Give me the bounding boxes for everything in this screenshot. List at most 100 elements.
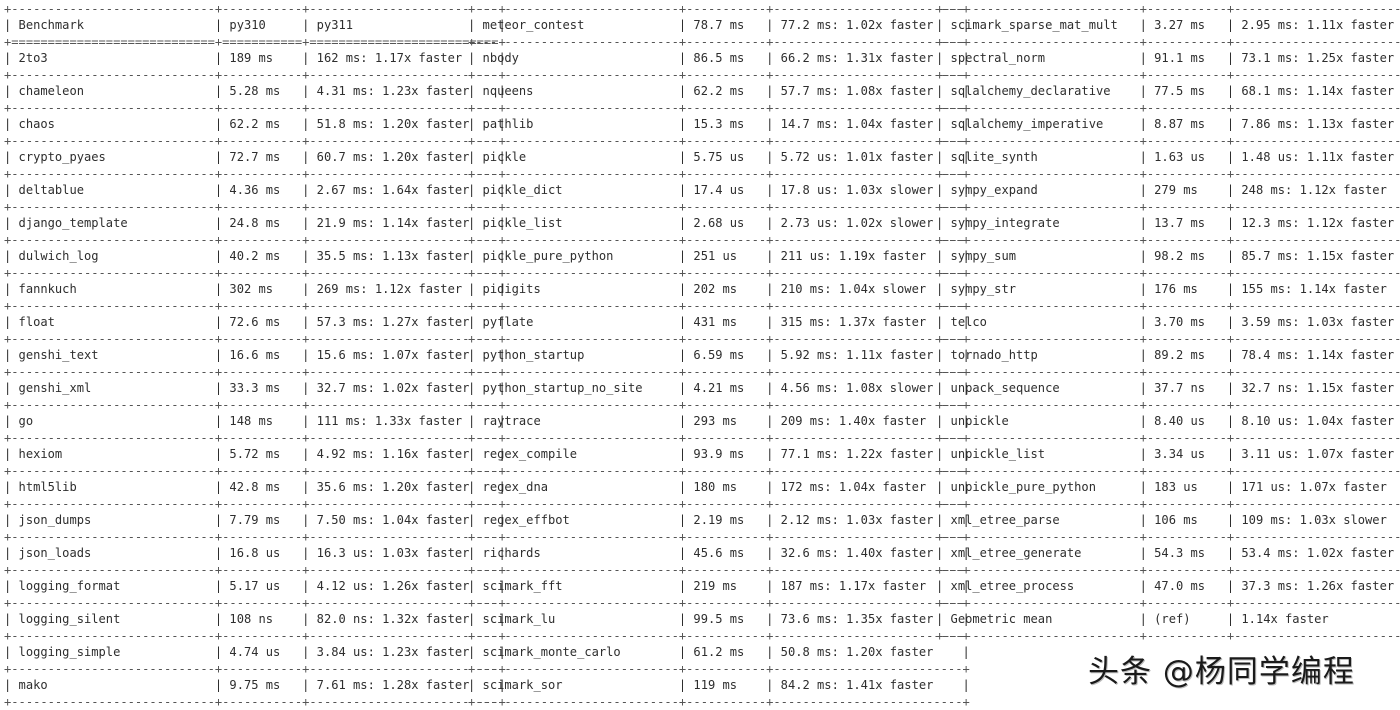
table-row-separator: +----------------------------+----------… xyxy=(4,496,506,513)
table-row: | unpickle_list | 3.34 us | 3.11 us: 1.0… xyxy=(936,446,1400,463)
table-row-separator: +----------------------------+----------… xyxy=(4,166,506,183)
table-row: | django_template | 24.8 ms | 21.9 ms: 1… xyxy=(4,215,506,232)
table-row: | pathlib | 15.3 ms | 14.7 ms: 1.04x fas… xyxy=(468,116,970,133)
table-row: | pidigits | 202 ms | 210 ms: 1.04x slow… xyxy=(468,281,970,298)
table-row: | tornado_http | 89.2 ms | 78.4 ms: 1.14… xyxy=(936,347,1400,364)
table-row-separator: +----------------------------+----------… xyxy=(468,628,970,645)
table-row-separator: +---------------------------+-----------… xyxy=(936,628,1400,645)
table-row-separator: +----------------------------+----------… xyxy=(4,133,506,150)
table-row-separator: +----------------------------+----------… xyxy=(468,595,970,612)
table-row-separator: +---------------------------+-----------… xyxy=(936,331,1400,348)
table-row-separator: +---------------------------+-----------… xyxy=(936,364,1400,381)
table-border: +----------------------------+----------… xyxy=(4,1,506,18)
table-row: | logging_simple | 4.74 us | 3.84 us: 1.… xyxy=(4,644,506,661)
table-row: | sympy_str | 176 ms | 155 ms: 1.14x fas… xyxy=(936,281,1400,298)
table-row: | scimark_fft | 219 ms | 187 ms: 1.17x f… xyxy=(468,578,970,595)
table-row-separator: +---------------------------+-----------… xyxy=(936,265,1400,282)
table-row: | logging_format | 5.17 us | 4.12 us: 1.… xyxy=(4,578,506,595)
table-row-separator: +----------------------------+----------… xyxy=(468,562,970,579)
table-row: | logging_silent | 108 ns | 82.0 ns: 1.3… xyxy=(4,611,506,628)
table-row: | crypto_pyaes | 72.7 ms | 60.7 ms: 1.20… xyxy=(4,149,506,166)
table-row: | go | 148 ms | 111 ms: 1.33x faster | xyxy=(4,413,506,430)
benchmark-table-pane-3: +---------------------------+-----------… xyxy=(936,1,1400,645)
table-row: | raytrace | 293 ms | 209 ms: 1.40x fast… xyxy=(468,413,970,430)
table-row: | regex_compile | 93.9 ms | 77.1 ms: 1.2… xyxy=(468,446,970,463)
table-row-separator: +----------------------------+----------… xyxy=(468,34,970,51)
table-row: | 2to3 | 189 ms | 162 ms: 1.17x faster | xyxy=(4,50,506,67)
table-row: | unpickle_pure_python | 183 us | 171 us… xyxy=(936,479,1400,496)
table-row-separator: +----------------------------+----------… xyxy=(468,232,970,249)
table-row-separator: +----------------------------+----------… xyxy=(468,133,970,150)
table-row-separator: +----------------------------+----------… xyxy=(468,529,970,546)
table-row: | unpickle | 8.40 us | 8.10 us: 1.04x fa… xyxy=(936,413,1400,430)
table-row-separator: +---------------------------+-----------… xyxy=(936,562,1400,579)
table-row-separator: +----------------------------+----------… xyxy=(4,694,506,710)
benchmark-table-pane-1: +----------------------------+----------… xyxy=(4,1,506,710)
table-row-separator: +----------------------------+----------… xyxy=(468,364,970,381)
table-row: | spectral_norm | 91.1 ms | 73.1 ms: 1.2… xyxy=(936,50,1400,67)
table-row: | mako | 9.75 ms | 7.61 ms: 1.28x faster… xyxy=(4,677,506,694)
table-row: | regex_dna | 180 ms | 172 ms: 1.04x fas… xyxy=(468,479,970,496)
table-row: | unpack_sequence | 37.7 ns | 32.7 ns: 1… xyxy=(936,380,1400,397)
table-row-separator: +---------------------------+-----------… xyxy=(936,67,1400,84)
table-row: | sqlalchemy_imperative | 8.87 ms | 7.86… xyxy=(936,116,1400,133)
table-row: | fannkuch | 302 ms | 269 ms: 1.12x fast… xyxy=(4,281,506,298)
table-row-separator: +----------------------------+----------… xyxy=(4,529,506,546)
table-row-separator: +---------------------------+-----------… xyxy=(936,496,1400,513)
table-row: | xml_etree_generate | 54.3 ms | 53.4 ms… xyxy=(936,545,1400,562)
table-row-separator: +----------------------------+----------… xyxy=(468,199,970,216)
table-row: | python_startup | 6.59 ms | 5.92 ms: 1.… xyxy=(468,347,970,364)
table-row-separator: +----------------------------+----------… xyxy=(4,661,506,678)
table-row: | richards | 45.6 ms | 32.6 ms: 1.40x fa… xyxy=(468,545,970,562)
watermark-text: 头条 @杨同学编程 xyxy=(1088,646,1355,691)
table-header-row: | Benchmark | py310 | py311 | xyxy=(4,17,506,34)
table-row: | deltablue | 4.36 ms | 2.67 ms: 1.64x f… xyxy=(4,182,506,199)
table-row-separator: +----------------------------+----------… xyxy=(4,463,506,480)
table-row: | nqueens | 62.2 ms | 57.7 ms: 1.08x fas… xyxy=(468,83,970,100)
table-row-separator: +----------------------------+----------… xyxy=(468,331,970,348)
table-row-separator: +----------------------------+----------… xyxy=(468,661,970,678)
table-row: | scimark_monte_carlo | 61.2 ms | 50.8 m… xyxy=(468,644,970,661)
table-row: | xml_etree_parse | 106 ms | 109 ms: 1.0… xyxy=(936,512,1400,529)
table-row: | scimark_sor | 119 ms | 84.2 ms: 1.41x … xyxy=(468,677,970,694)
table-row: | Geometric mean | (ref) | 1.14x faster … xyxy=(936,611,1400,628)
table-row: | sqlite_synth | 1.63 us | 1.48 us: 1.11… xyxy=(936,149,1400,166)
table-row-separator: +---------------------------+-----------… xyxy=(936,199,1400,216)
table-row-separator: +----------------------------+----------… xyxy=(468,430,970,447)
table-row-separator: +----------------------------+----------… xyxy=(468,67,970,84)
table-row-separator: +----------------------------+----------… xyxy=(468,166,970,183)
table-row: | pickle_dict | 17.4 us | 17.8 us: 1.03x… xyxy=(468,182,970,199)
table-row: | float | 72.6 ms | 57.3 ms: 1.27x faste… xyxy=(4,314,506,331)
table-row: | python_startup_no_site | 4.21 ms | 4.5… xyxy=(468,380,970,397)
table-row-separator: +---------------------------+-----------… xyxy=(936,463,1400,480)
table-row-separator: +----------------------------+----------… xyxy=(4,331,506,348)
table-row-separator: +---------------------------+-----------… xyxy=(936,529,1400,546)
table-row-separator: +---------------------------+-----------… xyxy=(936,232,1400,249)
table-row: | dulwich_log | 40.2 ms | 35.5 ms: 1.13x… xyxy=(4,248,506,265)
table-row-separator: +---------------------------+-----------… xyxy=(936,166,1400,183)
table-row-separator: +----------------------------+----------… xyxy=(468,694,970,710)
table-row-separator: +----------------------------+----------… xyxy=(468,298,970,315)
table-row: | chameleon | 5.28 ms | 4.31 ms: 1.23x f… xyxy=(4,83,506,100)
table-row-separator: +----------------------------+----------… xyxy=(4,595,506,612)
benchmark-table-pane-2: +----------------------------+----------… xyxy=(468,1,970,710)
table-row: | pyflate | 431 ms | 315 ms: 1.37x faste… xyxy=(468,314,970,331)
table-row-separator: +---------------------------+-----------… xyxy=(936,595,1400,612)
table-row-separator: +---------------------------+-----------… xyxy=(936,397,1400,414)
table-row-separator: +---------------------------+-----------… xyxy=(936,34,1400,51)
table-row-separator: +----------------------------+----------… xyxy=(4,67,506,84)
table-row: | pickle | 5.75 us | 5.72 us: 1.01x fast… xyxy=(468,149,970,166)
table-row-separator: +----------------------------+----------… xyxy=(4,232,506,249)
table-row: | sympy_integrate | 13.7 ms | 12.3 ms: 1… xyxy=(936,215,1400,232)
table-row: | pickle_pure_python | 251 us | 211 us: … xyxy=(468,248,970,265)
table-row-separator: +---------------------------+-----------… xyxy=(936,430,1400,447)
table-row-separator: +----------------------------+----------… xyxy=(4,265,506,282)
table-row: | meteor_contest | 78.7 ms | 77.2 ms: 1.… xyxy=(468,17,970,34)
table-row: | scimark_lu | 99.5 ms | 73.6 ms: 1.35x … xyxy=(468,611,970,628)
table-row-separator: +----------------------------+----------… xyxy=(468,265,970,282)
table-row-separator: +----------------------------+----------… xyxy=(4,628,506,645)
table-row-separator: +----------------------------+----------… xyxy=(4,430,506,447)
table-row: | genshi_xml | 33.3 ms | 32.7 ms: 1.02x … xyxy=(4,380,506,397)
table-row-separator: +----------------------------+----------… xyxy=(4,298,506,315)
table-row-separator: +---------------------------+-----------… xyxy=(936,133,1400,150)
